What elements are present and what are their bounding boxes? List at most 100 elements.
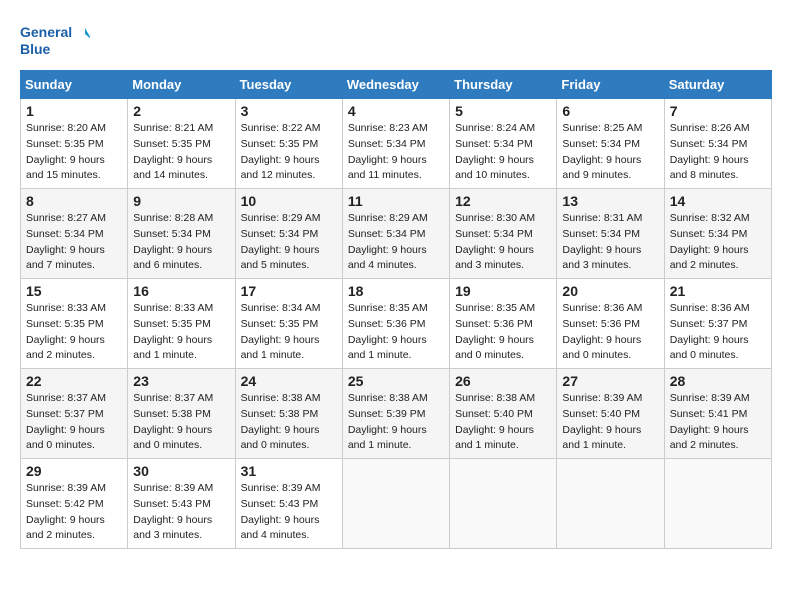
day-cell: 18 Sunrise: 8:35 AM Sunset: 5:36 PM Dayli… <box>342 279 449 369</box>
day-info: Sunrise: 8:26 AM Sunset: 5:34 PM Dayligh… <box>670 121 766 184</box>
day-cell: 15 Sunrise: 8:33 AM Sunset: 5:35 PM Dayli… <box>21 279 128 369</box>
day-number: 20 <box>562 283 658 299</box>
week-row-3: 15 Sunrise: 8:33 AM Sunset: 5:35 PM Dayli… <box>21 279 772 369</box>
day-number: 31 <box>241 463 337 479</box>
day-number: 21 <box>670 283 766 299</box>
day-header-wednesday: Wednesday <box>342 71 449 99</box>
day-info: Sunrise: 8:33 AM Sunset: 5:35 PM Dayligh… <box>133 301 229 364</box>
day-cell: 30 Sunrise: 8:39 AM Sunset: 5:43 PM Dayli… <box>128 459 235 549</box>
day-cell: 11 Sunrise: 8:29 AM Sunset: 5:34 PM Dayli… <box>342 189 449 279</box>
day-cell: 3Sunrise: 8:22 AM Sunset: 5:35 PM Daylig… <box>235 99 342 189</box>
day-number: 7 <box>670 103 766 119</box>
day-cell: 17 Sunrise: 8:34 AM Sunset: 5:35 PM Dayli… <box>235 279 342 369</box>
day-info: Sunrise: 8:20 AM Sunset: 5:35 PM Dayligh… <box>26 121 122 184</box>
day-cell: 24Sunrise: 8:38 AM Sunset: 5:38 PM Dayli… <box>235 369 342 459</box>
day-info: Sunrise: 8:39 AM Sunset: 5:40 PM Dayligh… <box>562 391 658 454</box>
day-cell: 22Sunrise: 8:37 AM Sunset: 5:37 PM Dayli… <box>21 369 128 459</box>
week-row-2: 8 Sunrise: 8:27 AM Sunset: 5:34 PM Daylig… <box>21 189 772 279</box>
day-number: 6 <box>562 103 658 119</box>
day-info: Sunrise: 8:38 AM Sunset: 5:38 PM Dayligh… <box>241 391 337 454</box>
day-info: Sunrise: 8:31 AM Sunset: 5:34 PM Dayligh… <box>562 211 658 274</box>
svg-text:General: General <box>20 24 72 40</box>
day-number: 10 <box>241 193 337 209</box>
day-info: Sunrise: 8:28 AM Sunset: 5:34 PM Dayligh… <box>133 211 229 274</box>
day-number: 11 <box>348 193 444 209</box>
day-cell: 21 Sunrise: 8:36 AM Sunset: 5:37 PM Dayli… <box>664 279 771 369</box>
day-number: 4 <box>348 103 444 119</box>
day-header-monday: Monday <box>128 71 235 99</box>
day-cell: 8 Sunrise: 8:27 AM Sunset: 5:34 PM Daylig… <box>21 189 128 279</box>
svg-text:Blue: Blue <box>20 41 51 57</box>
day-info: Sunrise: 8:37 AM Sunset: 5:37 PM Dayligh… <box>26 391 122 454</box>
week-row-5: 29 Sunrise: 8:39 AM Sunset: 5:42 PM Dayli… <box>21 459 772 549</box>
day-cell: 28Sunrise: 8:39 AM Sunset: 5:41 PM Dayli… <box>664 369 771 459</box>
day-cell: 29 Sunrise: 8:39 AM Sunset: 5:42 PM Dayli… <box>21 459 128 549</box>
day-info: Sunrise: 8:34 AM Sunset: 5:35 PM Dayligh… <box>241 301 337 364</box>
day-number: 8 <box>26 193 122 209</box>
day-number: 2 <box>133 103 229 119</box>
day-number: 16 <box>133 283 229 299</box>
day-info: Sunrise: 8:29 AM Sunset: 5:34 PM Dayligh… <box>348 211 444 274</box>
day-info: Sunrise: 8:38 AM Sunset: 5:40 PM Dayligh… <box>455 391 551 454</box>
day-info: Sunrise: 8:33 AM Sunset: 5:35 PM Dayligh… <box>26 301 122 364</box>
day-info: Sunrise: 8:24 AM Sunset: 5:34 PM Dayligh… <box>455 121 551 184</box>
day-number: 14 <box>670 193 766 209</box>
day-header-friday: Friday <box>557 71 664 99</box>
day-cell: 16 Sunrise: 8:33 AM Sunset: 5:35 PM Dayli… <box>128 279 235 369</box>
day-info: Sunrise: 8:39 AM Sunset: 5:41 PM Dayligh… <box>670 391 766 454</box>
day-cell: 7 Sunrise: 8:26 AM Sunset: 5:34 PM Daylig… <box>664 99 771 189</box>
day-cell: 19Sunrise: 8:35 AM Sunset: 5:36 PM Dayli… <box>450 279 557 369</box>
week-row-4: 22Sunrise: 8:37 AM Sunset: 5:37 PM Dayli… <box>21 369 772 459</box>
day-info: Sunrise: 8:35 AM Sunset: 5:36 PM Dayligh… <box>455 301 551 364</box>
day-number: 17 <box>241 283 337 299</box>
day-number: 29 <box>26 463 122 479</box>
logo: General Blue <box>20 20 90 60</box>
day-info: Sunrise: 8:22 AM Sunset: 5:35 PM Dayligh… <box>241 121 337 184</box>
day-number: 15 <box>26 283 122 299</box>
calendar-table: SundayMondayTuesdayWednesdayThursdayFrid… <box>20 70 772 549</box>
day-cell <box>557 459 664 549</box>
day-cell: 12 Sunrise: 8:30 AM Sunset: 5:34 PM Dayli… <box>450 189 557 279</box>
day-header-sunday: Sunday <box>21 71 128 99</box>
day-cell <box>664 459 771 549</box>
day-header-tuesday: Tuesday <box>235 71 342 99</box>
day-number: 18 <box>348 283 444 299</box>
day-info: Sunrise: 8:39 AM Sunset: 5:43 PM Dayligh… <box>241 481 337 544</box>
day-info: Sunrise: 8:25 AM Sunset: 5:34 PM Dayligh… <box>562 121 658 184</box>
day-number: 30 <box>133 463 229 479</box>
day-info: Sunrise: 8:21 AM Sunset: 5:35 PM Dayligh… <box>133 121 229 184</box>
day-info: Sunrise: 8:39 AM Sunset: 5:43 PM Dayligh… <box>133 481 229 544</box>
day-cell: 5 Sunrise: 8:24 AM Sunset: 5:34 PM Daylig… <box>450 99 557 189</box>
day-info: Sunrise: 8:36 AM Sunset: 5:37 PM Dayligh… <box>670 301 766 364</box>
day-header-thursday: Thursday <box>450 71 557 99</box>
day-cell: 25 Sunrise: 8:38 AM Sunset: 5:39 PM Dayli… <box>342 369 449 459</box>
day-cell <box>450 459 557 549</box>
day-info: Sunrise: 8:32 AM Sunset: 5:34 PM Dayligh… <box>670 211 766 274</box>
day-header-saturday: Saturday <box>664 71 771 99</box>
day-cell: 1Sunrise: 8:20 AM Sunset: 5:35 PM Daylig… <box>21 99 128 189</box>
day-number: 9 <box>133 193 229 209</box>
day-info: Sunrise: 8:37 AM Sunset: 5:38 PM Dayligh… <box>133 391 229 454</box>
day-cell: 23Sunrise: 8:37 AM Sunset: 5:38 PM Dayli… <box>128 369 235 459</box>
header-row: SundayMondayTuesdayWednesdayThursdayFrid… <box>21 71 772 99</box>
day-cell: 13 Sunrise: 8:31 AM Sunset: 5:34 PM Dayli… <box>557 189 664 279</box>
day-cell <box>342 459 449 549</box>
day-cell: 10Sunrise: 8:29 AM Sunset: 5:34 PM Dayli… <box>235 189 342 279</box>
day-number: 13 <box>562 193 658 209</box>
day-number: 27 <box>562 373 658 389</box>
day-cell: 20 Sunrise: 8:36 AM Sunset: 5:36 PM Dayli… <box>557 279 664 369</box>
day-cell: 14 Sunrise: 8:32 AM Sunset: 5:34 PM Dayli… <box>664 189 771 279</box>
day-number: 5 <box>455 103 551 119</box>
day-number: 25 <box>348 373 444 389</box>
week-row-1: 1Sunrise: 8:20 AM Sunset: 5:35 PM Daylig… <box>21 99 772 189</box>
day-info: Sunrise: 8:36 AM Sunset: 5:36 PM Dayligh… <box>562 301 658 364</box>
day-number: 12 <box>455 193 551 209</box>
page-header: General Blue <box>20 20 772 60</box>
day-info: Sunrise: 8:39 AM Sunset: 5:42 PM Dayligh… <box>26 481 122 544</box>
day-cell: 6 Sunrise: 8:25 AM Sunset: 5:34 PM Daylig… <box>557 99 664 189</box>
day-info: Sunrise: 8:35 AM Sunset: 5:36 PM Dayligh… <box>348 301 444 364</box>
day-cell: 27 Sunrise: 8:39 AM Sunset: 5:40 PM Dayli… <box>557 369 664 459</box>
day-info: Sunrise: 8:27 AM Sunset: 5:34 PM Dayligh… <box>26 211 122 274</box>
day-info: Sunrise: 8:30 AM Sunset: 5:34 PM Dayligh… <box>455 211 551 274</box>
day-info: Sunrise: 8:38 AM Sunset: 5:39 PM Dayligh… <box>348 391 444 454</box>
